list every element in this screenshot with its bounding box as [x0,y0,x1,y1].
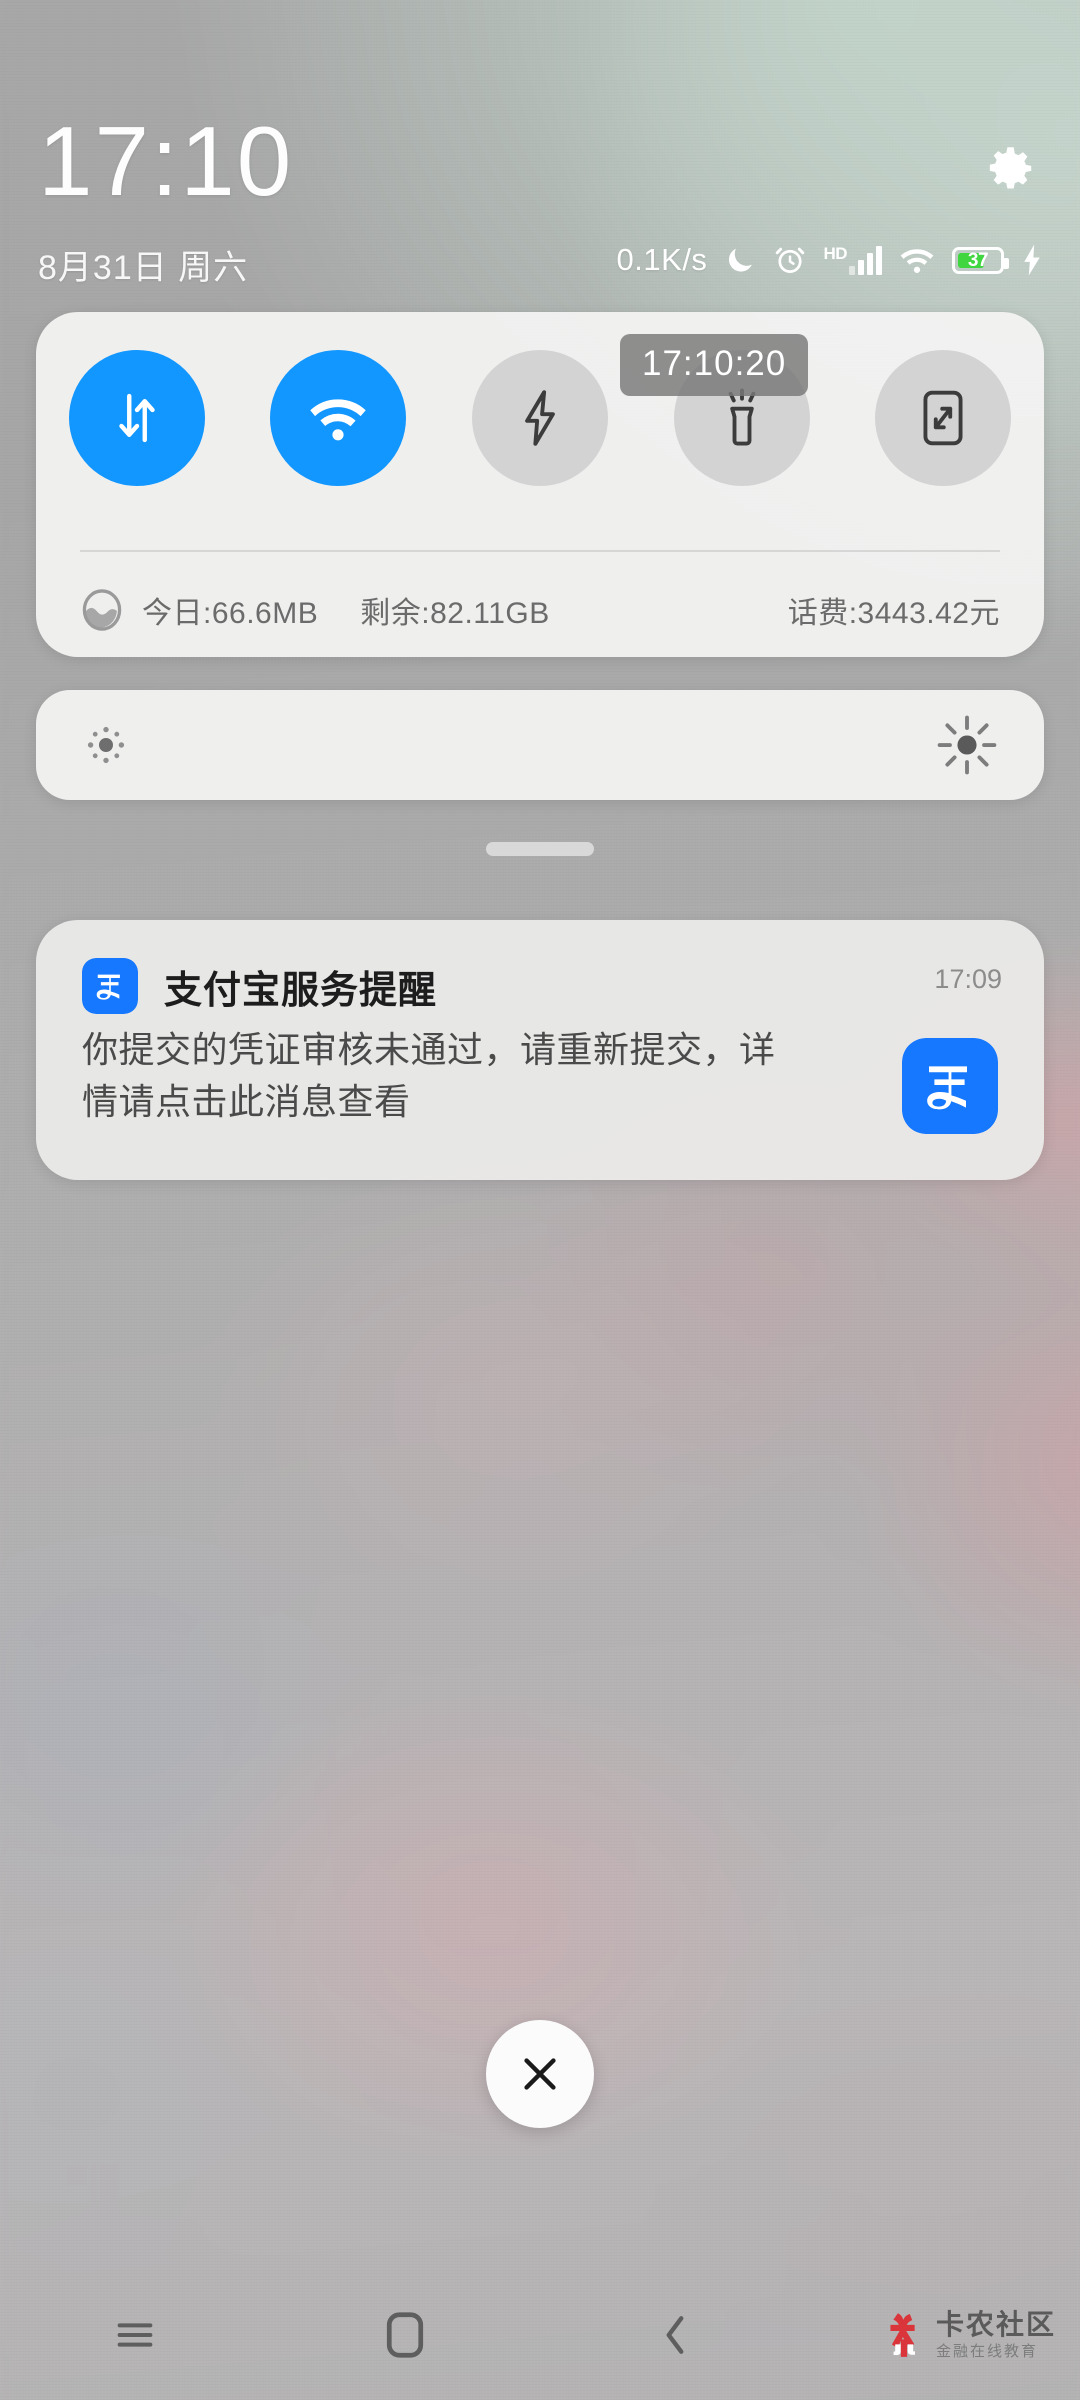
status-icon-tray: 0.1K/s HD 37 [617,240,1044,280]
status-bar: 17:10 8月31日 周六 0.1K/s HD 37 [0,0,1080,287]
toggle-wifi[interactable] [270,350,407,486]
data-usage-today: 今日:66.6MB [142,597,319,630]
alipay-large-icon [902,1038,998,1134]
home-icon [386,2312,424,2358]
signal-bars-icon [849,245,882,275]
watermark-main-text: 卡农社区 [935,2309,1056,2340]
rotate-screen-icon [923,390,963,446]
nav-home-button[interactable] [270,2308,540,2362]
flashlight-icon [728,388,755,446]
navigation-bar: 卡农社区 金融在线教育 [0,2270,1080,2400]
data-usage-icon [82,589,122,631]
wifi-icon [310,399,367,441]
nav-back-button[interactable] [540,2310,810,2360]
lockscreen-date: 8月31日 周六 [38,249,249,287]
brightness-low-icon [87,726,125,764]
watermark: 卡农社区 金融在线教育 [882,2311,1056,2359]
account-balance: 话费:3443.42元 [787,597,1000,630]
wifi-icon [900,249,934,273]
karong-logo-icon [890,2313,915,2357]
close-icon [524,2058,556,2090]
watermark-sub-text: 金融在线教育 [935,2343,1038,2360]
alarm-clock-icon [776,247,805,273]
settings-gear-button[interactable] [980,140,1038,198]
moon-icon [729,248,753,272]
watermark-text: 卡农社区 金融在线教育 [935,2309,1056,2360]
nav-recents-button[interactable] [0,2312,270,2358]
toggle-battery-saver[interactable] [471,350,608,486]
gear-icon [989,147,1032,189]
data-usage-remaining: 剩余:82.11GB [360,597,550,630]
menu-icon [117,2323,153,2347]
panel-drag-handle[interactable] [486,842,594,856]
clock-tooltip: 17:10:20 [620,334,809,396]
brightness-high-icon [937,715,997,775]
notification-body-text: 你提交的凭证审核未通过，请重新提交，详情请点击此消息查看 [82,1029,776,1122]
bolt-icon [525,390,555,446]
brightness-slider[interactable] [36,690,1044,800]
network-speed-text: 0.1K/s [616,242,708,277]
toggle-auto-rotate[interactable] [875,350,1012,486]
toggle-mobile-data[interactable] [68,350,205,486]
notification-time: 17:09 [934,964,1002,994]
data-arrows-icon [119,393,155,443]
notification-header: 支付宝服务提醒 17:09 [82,958,1002,1014]
hd-label: HD [823,244,847,263]
notification-card[interactable]: 支付宝服务提醒 17:09 你提交的凭证审核未通过，请重新提交，详情请点击此消息… [36,920,1044,1180]
quick-settings-panel: 今日:66.6MB 剩余:82.11GB 话费:3443.42元 [36,312,1044,657]
lockscreen-clock: 17:10 [38,106,294,216]
charging-bolt-icon [1024,244,1040,276]
notification-title: 支付宝服务提醒 [164,969,438,1012]
alipay-app-icon [82,958,138,1014]
signal-strength-indicator: HD [823,245,882,275]
battery-percent-text: 37 [967,249,989,271]
clear-all-notifications-button[interactable] [486,2020,594,2128]
quick-settings-divider [80,550,1000,552]
battery-icon: 37 [952,246,1009,274]
quick-toggle-row [36,350,1044,486]
data-usage-row[interactable]: 今日:66.6MB 剩余:82.11GB 话费:3443.42元 [80,570,1000,650]
back-chevron-icon [666,2316,684,2354]
